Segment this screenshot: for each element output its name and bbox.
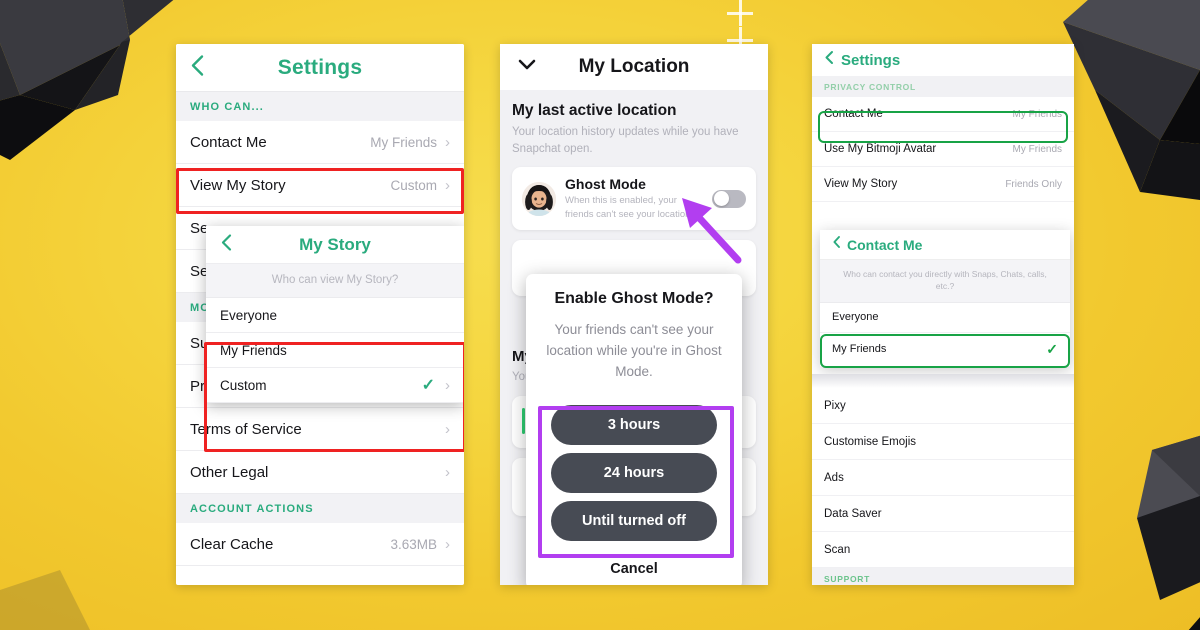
row-contact-me[interactable]: Contact Me My Friends › xyxy=(176,121,464,164)
my-story-subtitle: Who can view My Story? xyxy=(206,264,464,298)
section-header-support: SUPPORT xyxy=(812,568,1074,585)
row-label: Contact Me xyxy=(824,108,883,120)
dialog-title: Enable Ghost Mode? xyxy=(554,290,714,307)
chevron-right-icon: › xyxy=(445,535,450,553)
dialog-message: Your friends can't see your location whi… xyxy=(546,322,722,379)
page-title: My Location xyxy=(578,56,690,77)
chevron-left-icon[interactable] xyxy=(220,233,232,256)
row-clear-cache[interactable]: Clear Cache 3.63MB › xyxy=(176,523,464,566)
row-ads[interactable]: Ads xyxy=(812,460,1074,496)
row-label: View My Story xyxy=(824,178,898,190)
plus-mark-1 xyxy=(727,0,753,26)
enable-ghost-mode-dialog: Enable Ghost Mode? Your friends can't se… xyxy=(526,274,742,585)
row-value: My Friends xyxy=(1012,143,1062,155)
option-everyone[interactable]: Everyone xyxy=(820,303,1070,333)
option-everyone[interactable]: Everyone xyxy=(206,298,464,333)
row-contact-me[interactable]: Contact Me My Friends xyxy=(812,97,1074,132)
row-label: Pixy xyxy=(824,399,846,412)
cancel-button[interactable]: Cancel xyxy=(526,551,742,581)
contact-me-title: Contact Me xyxy=(847,236,923,253)
chevron-right-icon: › xyxy=(445,176,450,194)
chevron-left-icon[interactable] xyxy=(190,54,204,81)
phone-screen-settings-right: Settings PRIVACY CONTROL Contact Me My F… xyxy=(812,44,1074,585)
option-label: Everyone xyxy=(832,311,879,324)
row-value: My Friends xyxy=(1012,108,1062,120)
option-label: Everyone xyxy=(220,307,278,323)
row-label: View My Story xyxy=(190,176,286,194)
row-label: Use My Bitmoji Avatar xyxy=(824,143,937,155)
row-label: Scan xyxy=(824,543,851,556)
last-active-location-subtext: Your location history updates while you … xyxy=(512,126,739,155)
option-until-turned-off[interactable]: Until turned off xyxy=(551,500,717,541)
row-view-my-story[interactable]: View My Story Friends Only xyxy=(812,167,1074,202)
my-story-overlay-panel: My Story Who can view My Story? Everyone… xyxy=(206,226,464,403)
row-value: My Friends xyxy=(370,134,437,150)
row-pixy[interactable]: Pixy xyxy=(812,388,1074,424)
phone-screen-settings-left: Settings WHO CAN... Contact Me My Friend… xyxy=(176,44,464,585)
row-customise-emojis[interactable]: Customise Emojis xyxy=(812,424,1074,460)
my-story-title: My Story xyxy=(299,234,371,254)
chevron-down-icon[interactable] xyxy=(518,58,536,76)
row-use-my-bitmoji-avatar[interactable]: Use My Bitmoji Avatar My Friends xyxy=(812,132,1074,167)
ghost-mode-title: Ghost Mode xyxy=(565,176,646,193)
chevron-left-icon[interactable] xyxy=(824,50,834,70)
row-label: Other Legal xyxy=(190,463,269,481)
phone3-header: Settings xyxy=(812,44,1074,76)
checkmark-icon: ✓ xyxy=(421,377,435,394)
chevron-left-icon[interactable] xyxy=(832,235,841,254)
my-story-header: My Story xyxy=(206,226,464,264)
option-my-friends[interactable]: My Friends ✓ xyxy=(820,333,1070,367)
option-custom[interactable]: Custom ✓ › xyxy=(206,368,464,403)
checkmark-icon: ✓ xyxy=(1046,340,1058,357)
row-label: Clear Cache xyxy=(190,535,274,553)
option-label: My Friends xyxy=(220,342,287,358)
row-value: 3.63MB xyxy=(390,536,437,552)
contact-me-header: Contact Me xyxy=(820,230,1070,260)
row-view-my-story[interactable]: View My Story Custom › xyxy=(176,164,464,207)
dialog-options: 3 hours 24 hours Until turned off xyxy=(526,397,742,551)
row-data-saver[interactable]: Data Saver xyxy=(812,496,1074,532)
chevron-right-icon: › xyxy=(445,376,450,394)
phone2-header: My Location xyxy=(500,44,768,90)
contact-me-overlay-panel: Contact Me Who can contact you directly … xyxy=(820,230,1070,367)
scroll-shadow xyxy=(812,374,1074,388)
phone1-header: Settings xyxy=(176,44,464,92)
page-title: Settings xyxy=(277,55,363,79)
row-value: Friends Only xyxy=(1005,178,1062,190)
phone-screen-my-location: My Location My last active location Your… xyxy=(500,44,768,585)
purple-arrow-to-toggle xyxy=(682,198,742,264)
section-header-privacy-control: PRIVACY CONTROL xyxy=(812,76,1074,97)
row-value: Custom xyxy=(390,177,437,193)
section-header-who-can: WHO CAN... xyxy=(176,92,464,121)
option-24-hours[interactable]: 24 hours xyxy=(551,452,717,493)
row-label: Terms of Service xyxy=(190,420,302,438)
row-label: Customise Emojis xyxy=(824,435,917,448)
option-my-friends[interactable]: My Friends xyxy=(206,333,464,368)
option-label: My Friends xyxy=(832,343,887,356)
row-label: Contact Me xyxy=(190,133,267,151)
option-label: Custom xyxy=(220,377,267,393)
chevron-right-icon: › xyxy=(445,463,450,481)
row-other-legal[interactable]: Other Legal › xyxy=(176,451,464,494)
chevron-right-icon: › xyxy=(445,133,450,151)
section-header-account-actions: ACCOUNT ACTIONS xyxy=(176,494,464,523)
bitmoji-avatar xyxy=(522,181,556,216)
last-active-location-heading: My last active location xyxy=(512,102,677,119)
page-title: Settings xyxy=(841,51,901,69)
phone2-body: My last active location Your location hi… xyxy=(500,90,768,585)
row-terms-of-service[interactable]: Terms of Service › xyxy=(176,408,464,451)
row-label: Data Saver xyxy=(824,507,882,520)
row-scan[interactable]: Scan xyxy=(812,532,1074,568)
contact-me-subtitle: Who can contact you directly with Snaps,… xyxy=(820,260,1070,303)
chevron-right-icon: › xyxy=(445,420,450,438)
row-label: Ads xyxy=(824,471,844,484)
option-3-hours[interactable]: 3 hours xyxy=(551,404,717,445)
